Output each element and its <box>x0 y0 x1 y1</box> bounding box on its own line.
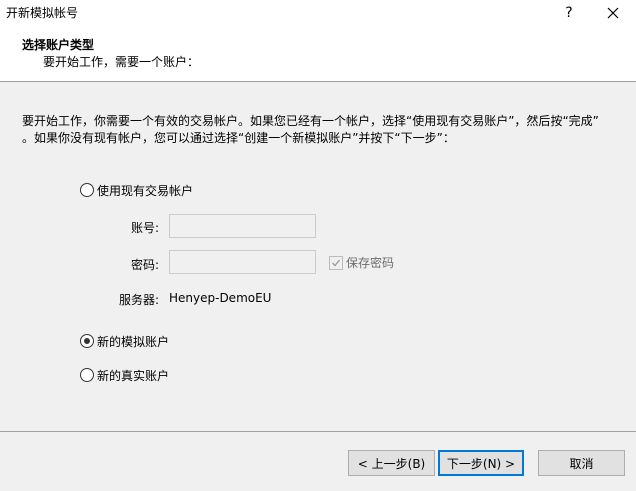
page-title: 选择账户类型 <box>22 38 95 52</box>
open-demo-account-dialog: 开新模拟帐号 ? 选择账户类型 要开始工作，需要一个账户： 要开始工作，你需要一… <box>0 0 636 491</box>
description-text: 要开始工作，你需要一个有效的交易帐户。如果您已经有一个帐户，选择“使用现有交易账… <box>22 113 622 147</box>
radio-real-account-indicator[interactable] <box>80 368 94 382</box>
wizard-header: 选择账户类型 要开始工作，需要一个账户： <box>0 26 636 82</box>
back-button[interactable]: < 上一步(B) <box>348 450 435 476</box>
radio-existing-account[interactable]: 使用现有交易帐户 <box>80 181 193 199</box>
close-button[interactable] <box>593 0 633 26</box>
radio-real-account-label: 新的真实账户 <box>97 368 170 383</box>
server-label: 服务器: <box>119 293 160 307</box>
password-label: 密码: <box>131 258 160 272</box>
save-password-checkbox-box[interactable] <box>329 255 343 270</box>
radio-existing-account-label: 使用现有交易帐户 <box>97 183 194 198</box>
radio-demo-account-label: 新的模拟账户 <box>97 334 170 349</box>
server-value: Henyep-DemoEU <box>169 291 272 305</box>
description-line-1: 要开始工作，你需要一个有效的交易帐户。如果您已经有一个帐户，选择“使用现有交易账… <box>22 114 599 128</box>
wizard-footer: < 上一步(B) 下一步(N) > 取消 <box>0 432 636 491</box>
save-password-checkbox[interactable]: 保存密码 <box>329 254 394 271</box>
checkmark-icon <box>332 259 341 266</box>
account-label: 账号: <box>131 221 160 235</box>
account-field[interactable] <box>169 214 316 238</box>
description-line-2: 。如果你没有现有帐户，您可以通过选择“创建一个新模拟账户”并按下“下一步”： <box>22 131 455 145</box>
password-field[interactable] <box>169 250 316 274</box>
radio-real-account[interactable]: 新的真实账户 <box>80 366 169 384</box>
window-title: 开新模拟帐号 <box>6 6 79 20</box>
cancel-button[interactable]: 取消 <box>538 450 625 476</box>
wizard-body: 要开始工作，你需要一个有效的交易帐户。如果您已经有一个帐户，选择“使用现有交易账… <box>0 82 636 431</box>
radio-demo-account[interactable]: 新的模拟账户 <box>80 332 169 350</box>
help-icon: ? <box>565 5 573 21</box>
radio-demo-account-indicator[interactable] <box>80 334 94 348</box>
page-subtitle: 要开始工作，需要一个账户： <box>43 55 200 69</box>
title-bar: 开新模拟帐号 ? <box>0 0 636 26</box>
close-icon <box>607 7 619 19</box>
save-password-label: 保存密码 <box>346 256 395 270</box>
help-button[interactable]: ? <box>549 0 589 26</box>
radio-existing-account-indicator[interactable] <box>80 183 94 197</box>
next-button[interactable]: 下一步(N) > <box>438 450 524 476</box>
